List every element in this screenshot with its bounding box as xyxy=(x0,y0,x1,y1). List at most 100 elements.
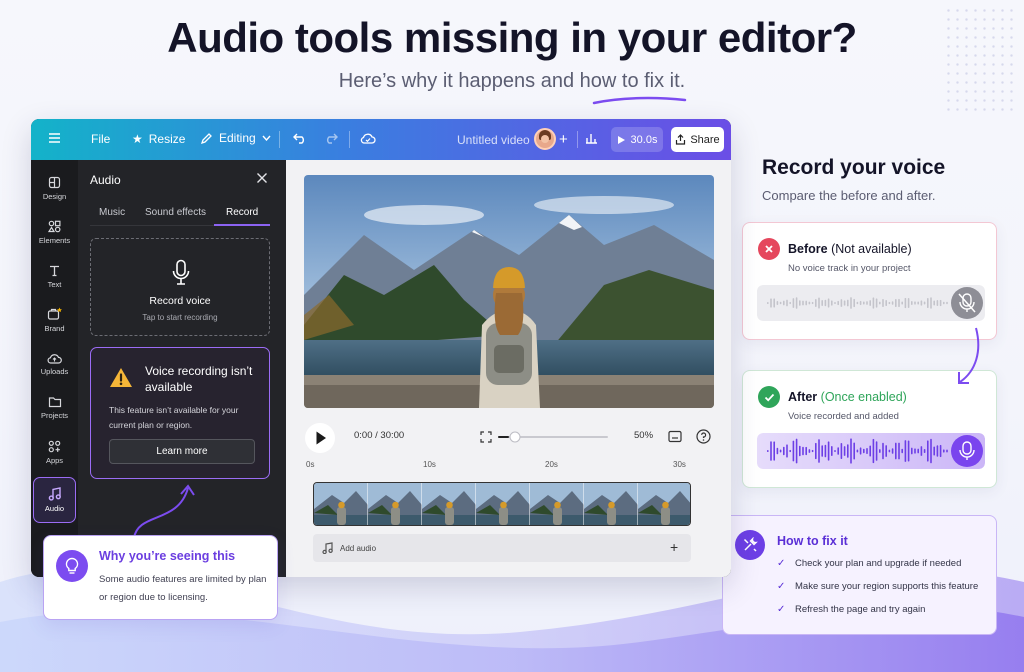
preview-play-button[interactable]: 30.0s xyxy=(611,127,663,152)
undo-icon[interactable] xyxy=(293,132,307,144)
waveform-bar xyxy=(869,300,871,306)
before-status: (Not available) xyxy=(831,242,912,256)
video-preview[interactable] xyxy=(304,175,714,408)
editing-dropdown[interactable]: Editing xyxy=(200,131,271,145)
sidebar-item-label: Uploads xyxy=(40,367,69,376)
check-icon: ✓ xyxy=(777,604,786,615)
sidebar-item-elements[interactable]: Elements xyxy=(33,211,76,253)
add-audio-track[interactable]: Add audio + xyxy=(313,534,691,562)
plus-icon: + xyxy=(559,131,568,148)
waveform-bar xyxy=(824,444,827,458)
waveform-bar xyxy=(789,449,791,453)
sidebar-item-audio[interactable]: Audio xyxy=(33,477,76,523)
tab-music[interactable]: Music xyxy=(99,207,125,218)
waveform-bar xyxy=(939,444,942,458)
pencil-icon xyxy=(200,132,212,144)
text-icon xyxy=(50,265,59,276)
video-track[interactable] xyxy=(313,482,691,526)
add-audio-label: Add audio xyxy=(340,544,377,553)
record-voice-area[interactable]: Record voice Tap to start recording xyxy=(90,238,270,336)
file-menu[interactable]: File xyxy=(91,132,110,146)
waveform-bar xyxy=(795,297,798,309)
video-track-thumbnails xyxy=(314,483,690,525)
why-text: Some audio features are limited by plan … xyxy=(99,574,267,603)
menu-icon[interactable] xyxy=(48,132,61,144)
waveform-bar xyxy=(943,449,945,453)
star-icon: ★ xyxy=(132,132,143,146)
collaborator-avatar[interactable] xyxy=(534,128,556,150)
editing-label: Editing xyxy=(219,131,256,145)
sidebar-item-projects[interactable]: Projects xyxy=(33,387,76,429)
error-icon xyxy=(758,238,780,260)
play-icon[interactable] xyxy=(304,422,336,454)
waveform-bar xyxy=(875,298,878,308)
fix-step: ✓ Make sure your region supports this fe… xyxy=(777,581,978,592)
tab-sound-effects[interactable]: Sound effects xyxy=(145,207,206,218)
playback-time: 0:00 / 30:00 xyxy=(354,430,405,441)
timeline-thumbnail xyxy=(584,483,638,525)
waveform-bar xyxy=(795,438,798,464)
fix-step-text: Refresh the page and try again xyxy=(795,604,926,615)
waveform-bar xyxy=(847,444,849,458)
share-button[interactable]: Share xyxy=(671,127,724,152)
waveform-bar xyxy=(911,301,913,305)
help-icon[interactable] xyxy=(696,429,711,444)
sidebar-item-text[interactable]: Text xyxy=(33,255,76,297)
learn-more-button[interactable]: Learn more xyxy=(109,439,255,464)
plus-icon[interactable]: + xyxy=(670,539,678,555)
waveform-bar xyxy=(818,297,820,309)
sidebar-item-label: Design xyxy=(42,191,67,201)
waveform-bar xyxy=(895,298,897,308)
sidebar-item-apps[interactable]: Apps xyxy=(33,431,76,473)
waveform-bar xyxy=(808,301,811,305)
subtitles-icon[interactable] xyxy=(668,430,682,443)
waveform-bar xyxy=(863,301,865,305)
waveform-bar xyxy=(923,448,926,454)
waveform-bar xyxy=(879,301,881,305)
record-section-title: Record your voice xyxy=(762,156,946,179)
resize-button[interactable]: ★ Resize xyxy=(132,132,185,146)
cloud-sync-icon[interactable] xyxy=(360,132,376,144)
insights-icon[interactable] xyxy=(585,132,598,144)
sidebar-item-design[interactable]: Design xyxy=(33,167,76,209)
after-description: Voice recorded and added xyxy=(788,411,899,422)
waveform-bar xyxy=(920,300,923,306)
sidebar-item-brand[interactable]: Brand xyxy=(33,299,76,341)
fix-step-text: Check your plan and upgrade if needed xyxy=(795,558,962,569)
waveform-bar xyxy=(837,300,839,306)
waveform-bar xyxy=(783,446,785,456)
waveform-bar xyxy=(891,301,894,305)
waveform-bar xyxy=(789,301,791,305)
timeline-ruler: 0s 10s 20s 30s xyxy=(306,460,716,474)
avatar xyxy=(534,128,556,150)
before-waveform xyxy=(757,285,985,321)
redo-icon[interactable] xyxy=(324,132,338,144)
waveform-bar xyxy=(786,299,788,307)
sidebar-item-uploads[interactable]: Uploads xyxy=(33,343,76,385)
waveform-bar xyxy=(895,442,897,460)
waveform-bar xyxy=(917,301,919,305)
zoom-slider[interactable] xyxy=(498,431,608,443)
waveform-bar xyxy=(927,298,929,308)
tab-record[interactable]: Record xyxy=(226,207,258,218)
waveform-bar xyxy=(856,449,859,453)
page-title: Audio tools missing in your editor? xyxy=(167,14,857,61)
add-collaborator-button[interactable]: + xyxy=(559,131,568,148)
record-voice-label: Record voice xyxy=(149,295,211,307)
music-note-icon xyxy=(322,542,333,554)
ruler-label: 20s xyxy=(545,460,558,469)
waveform-bar xyxy=(914,448,916,454)
close-panel-button[interactable] xyxy=(256,171,268,189)
waveform-bar xyxy=(920,446,923,456)
waveform-bar xyxy=(783,300,785,306)
waveform-bar xyxy=(779,449,782,453)
waveform-bar xyxy=(802,300,804,306)
share-label: Share xyxy=(690,133,720,146)
player-controls: 0:00 / 30:00 50% xyxy=(304,422,714,453)
fit-icon[interactable] xyxy=(480,431,492,443)
sidebar-item-label: Text xyxy=(47,279,62,289)
waveform-bar xyxy=(767,302,769,304)
document-title[interactable]: Untitled video xyxy=(457,133,530,147)
ruler-label: 10s xyxy=(423,460,436,469)
chevron-down-icon xyxy=(262,135,271,141)
